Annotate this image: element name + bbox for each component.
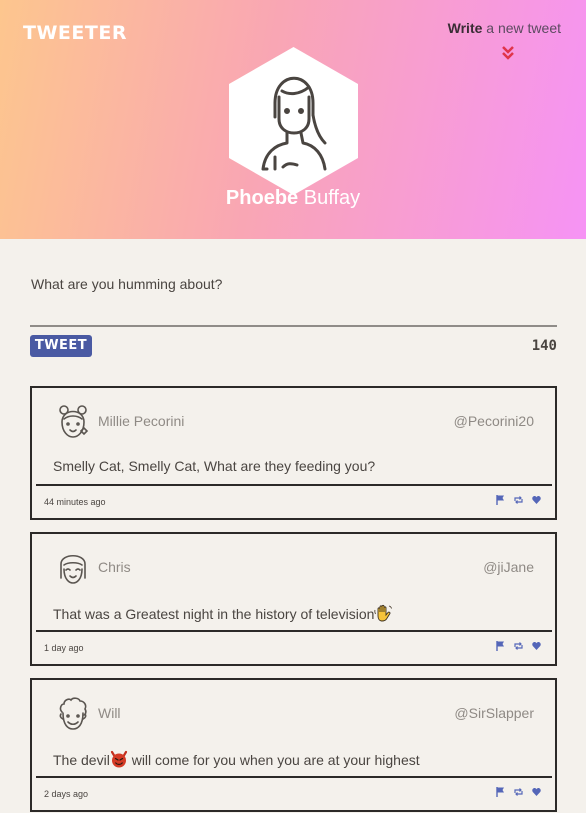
retweet-icon[interactable] [514, 641, 523, 651]
tweet-actions [496, 495, 541, 505]
profile-last-name: Buffay [298, 187, 361, 209]
heart-icon[interactable] [532, 641, 541, 651]
curly-man-avatar-icon [59, 697, 87, 730]
tweet-author-name[interactable]: Chris [98, 559, 131, 575]
devil-icon [110, 750, 127, 768]
profile-avatar [229, 47, 358, 195]
girl-bangs-avatar-icon [60, 554, 86, 584]
profile-name: Phoebe Buffay [0, 187, 586, 210]
tweet-text: Smelly Cat, Smelly Cat, What are they fe… [53, 458, 375, 474]
tweet-text: That was a Greatest night in the history… [53, 604, 393, 622]
tweet-timestamp: 44 minutes ago [44, 497, 106, 507]
tweet-actions [496, 641, 541, 651]
tweet-author-name[interactable]: Millie Pecorini [98, 413, 184, 429]
flag-icon[interactable] [496, 641, 505, 651]
tweet-card: Millie Pecorini @Pecorini20 Smelly Cat, … [30, 386, 557, 520]
tweet-author-handle[interactable]: @Pecorini20 [454, 413, 534, 429]
retweet-icon[interactable] [514, 495, 523, 505]
tweet-timestamp: 2 days ago [44, 789, 89, 799]
tweet-author-handle[interactable]: @SirSlapper [454, 705, 534, 721]
tweet-author-handle[interactable]: @jiJane [483, 559, 534, 575]
flag-icon[interactable] [496, 495, 505, 505]
tweet-divider [36, 776, 552, 778]
tweet-text-after: will come for you when you are at your h… [127, 752, 420, 768]
tweet-card: Chris @jiJane That was a Greatest night … [30, 532, 557, 666]
tweet-divider [36, 484, 552, 486]
tweet-button[interactable]: TWEET [30, 335, 92, 357]
tweet-text: The devil will come for you when you are… [53, 750, 420, 768]
tweet-card: Will @SirSlapper The devil will come for… [30, 678, 557, 812]
tweet-actions [496, 787, 541, 797]
character-counter: 140 [531, 338, 557, 354]
tweet-divider [36, 630, 552, 632]
heart-icon[interactable] [532, 495, 541, 505]
heart-icon[interactable] [532, 787, 541, 797]
double-chevron-down-icon[interactable] [500, 44, 516, 62]
brand-logo[interactable]: TWEETER [23, 22, 127, 44]
profile-header: TWEETER Write a new tweet Phoebe Buffay [0, 0, 586, 239]
tweet-timestamp: 1 day ago [44, 643, 84, 653]
write-new-tweet-link[interactable]: Write a new tweet [448, 20, 561, 36]
tweet-text-body: Smelly Cat, Smelly Cat, What are they fe… [53, 458, 376, 474]
flag-icon[interactable] [496, 787, 505, 797]
tweet-author-name[interactable]: Will [98, 705, 121, 721]
write-link-strong: Write [447, 20, 483, 36]
profile-first-name: Phoebe [225, 187, 299, 209]
tweet-text-body: The devil [53, 752, 110, 768]
retweet-icon[interactable] [514, 787, 523, 797]
write-link-rest: a new tweet [482, 20, 561, 36]
tweet-text-body: That was a Greatest night in the history… [53, 606, 375, 622]
waving-hand-icon [374, 604, 393, 622]
compose-input[interactable]: What are you humming about? [31, 276, 222, 292]
compose-underline [30, 325, 557, 327]
girl-buns-avatar-icon [59, 405, 89, 438]
